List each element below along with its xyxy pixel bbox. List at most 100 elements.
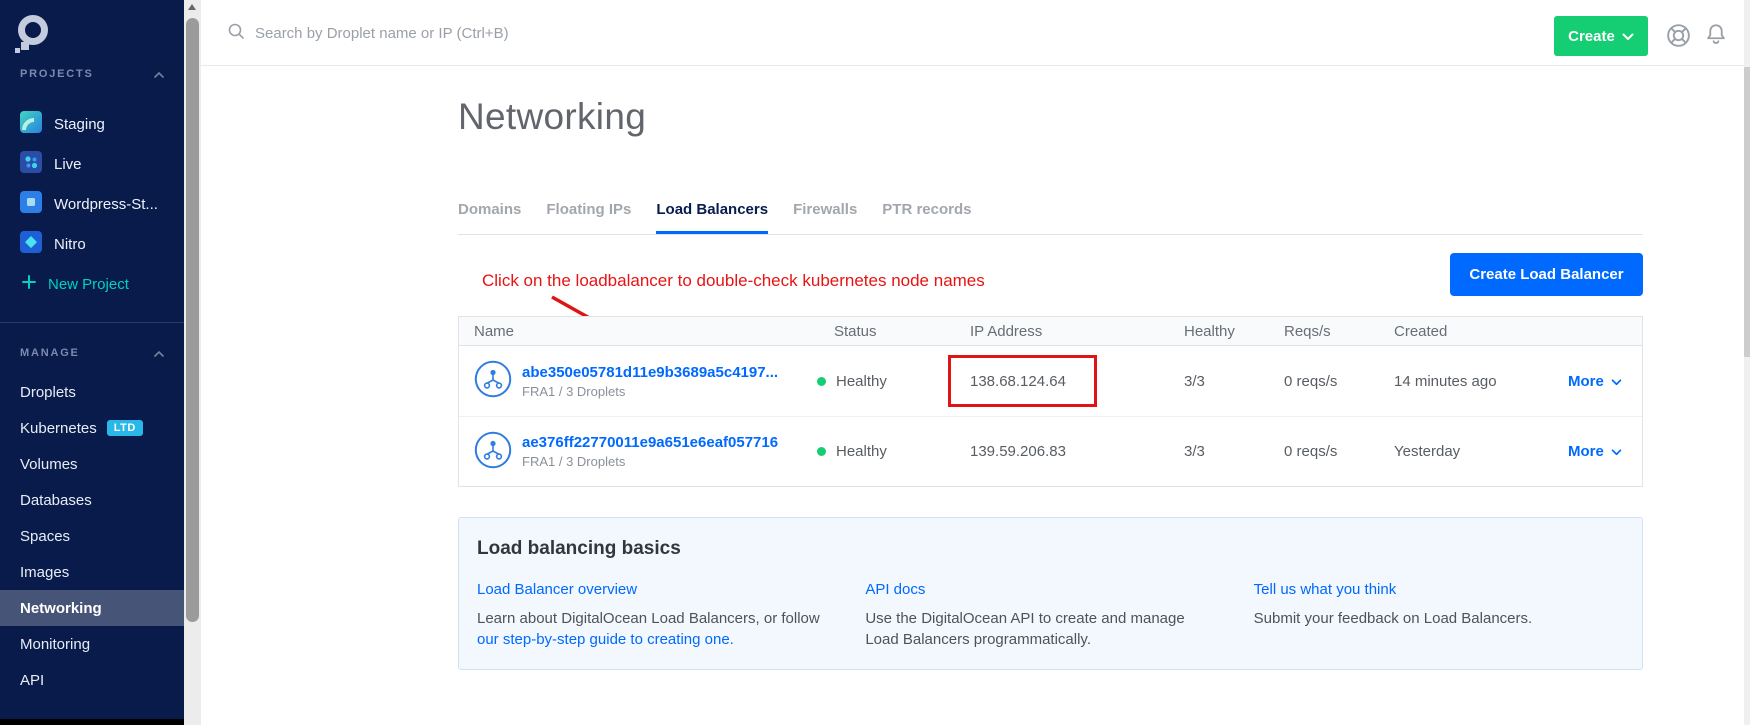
sidebar-item-spaces[interactable]: Spaces: [0, 518, 184, 554]
digitalocean-logo[interactable]: [14, 13, 52, 59]
plus-icon: [22, 275, 36, 294]
manage-section-header[interactable]: MANAGE: [20, 345, 164, 361]
sidebar-item-volumes[interactable]: Volumes: [0, 446, 184, 482]
tab-firewalls[interactable]: Firewalls: [793, 195, 857, 234]
manage-item-label: Droplets: [20, 384, 76, 401]
column-header-status: Status: [815, 323, 970, 340]
column-header-created: Created: [1394, 323, 1568, 340]
load-balancer-meta: FRA1 / 3 Droplets: [522, 384, 778, 399]
more-button[interactable]: More: [1568, 443, 1642, 460]
manage-item-label: Monitoring: [20, 636, 90, 653]
tell-us-link[interactable]: Tell us what you think: [1254, 581, 1397, 598]
sidebar-item-monitoring[interactable]: Monitoring: [0, 626, 184, 662]
requests-per-second: 0 reqs/s: [1284, 373, 1394, 390]
scrollbar-up-arrow[interactable]: [188, 4, 196, 10]
project-label: Wordpress-St...: [54, 196, 158, 213]
chevron-down-icon: [1622, 28, 1634, 45]
search-bar: [227, 0, 815, 66]
more-label: More: [1568, 373, 1604, 390]
step-by-step-guide-link[interactable]: our step-by-step guide to creating one.: [477, 629, 835, 650]
scrollbar-thumb[interactable]: [186, 18, 199, 622]
status-dot: [817, 447, 826, 456]
project-icon-nitro: [20, 231, 42, 258]
projects-list: Staging Live Wordpress-St... Nitro: [0, 104, 184, 264]
manage-item-label: Spaces: [20, 528, 70, 545]
support-icon[interactable]: [1665, 22, 1692, 54]
sidebar-item-droplets[interactable]: Droplets: [0, 374, 184, 410]
ip-address: 139.59.206.83: [970, 443, 1184, 460]
chevron-up-icon: [154, 344, 164, 362]
sidebar: PROJECTS Staging Live Wordpress-St...: [0, 0, 184, 725]
search-icon: [227, 22, 245, 45]
sidebar-divider: [0, 322, 184, 323]
api-docs-link[interactable]: API docs: [865, 581, 925, 598]
tab-bar: Domains Floating IPs Load Balancers Fire…: [458, 195, 1643, 235]
healthy-count: 3/3: [1184, 373, 1284, 390]
manage-label: MANAGE: [20, 347, 80, 359]
sidebar-item-kubernetes[interactable]: Kubernetes LTD: [0, 410, 184, 446]
manage-list: Droplets Kubernetes LTD Volumes Database…: [0, 374, 184, 698]
bell-icon[interactable]: [1703, 22, 1729, 53]
table-row[interactable]: ae376ff22770011e9a651e6eaf057716 FRA1 / …: [459, 416, 1642, 486]
red-annotation-text: Click on the loadbalancer to double-chec…: [482, 271, 985, 291]
tab-floating-ips[interactable]: Floating IPs: [546, 195, 631, 234]
column-header-name: Name: [459, 323, 815, 340]
load-balancer-name-link[interactable]: ae376ff22770011e9a651e6eaf057716: [522, 434, 778, 451]
sidebar-item-images[interactable]: Images: [0, 554, 184, 590]
project-icon-staging: [20, 111, 42, 138]
sidebar-item-wordpress[interactable]: Wordpress-St...: [0, 184, 184, 224]
column-header-reqs: Reqs/s: [1284, 323, 1394, 340]
sidebar-item-databases[interactable]: Databases: [0, 482, 184, 518]
basics-column-overview: Load Balancer overview Learn about Digit…: [477, 581, 865, 650]
bottom-black-strip: [0, 719, 184, 725]
table-header: Name Status IP Address Healthy Reqs/s Cr…: [459, 317, 1642, 346]
table-row[interactable]: abe350e05781d11e9b3689a5c4197... FRA1 / …: [459, 346, 1642, 416]
more-button[interactable]: More: [1568, 373, 1642, 390]
scrollbar-thumb[interactable]: [1744, 67, 1750, 357]
load-balancer-meta: FRA1 / 3 Droplets: [522, 454, 778, 469]
page-scrollbar: [1744, 0, 1750, 725]
sidebar-item-staging[interactable]: Staging: [0, 104, 184, 144]
sidebar-item-live[interactable]: Live: [0, 144, 184, 184]
manage-item-label: Volumes: [20, 456, 78, 473]
status-label: Healthy: [836, 443, 887, 460]
manage-item-label: API: [20, 672, 44, 689]
projects-label: PROJECTS: [20, 68, 94, 80]
manage-item-label: Images: [20, 564, 69, 581]
basics-column-feedback: Tell us what you think Submit your feedb…: [1254, 581, 1642, 650]
load-balancer-icon: [474, 431, 512, 473]
projects-section-header[interactable]: PROJECTS: [20, 66, 164, 82]
topbar: Create: [201, 0, 1744, 66]
ip-address: 138.68.124.64: [970, 373, 1184, 390]
load-balancer-table: Name Status IP Address Healthy Reqs/s Cr…: [458, 316, 1643, 487]
new-project-label: New Project: [48, 276, 129, 293]
basics-text: Load Balancers programmatically.: [865, 629, 1223, 650]
manage-item-label: Kubernetes: [20, 420, 97, 437]
create-button-label: Create: [1568, 28, 1615, 45]
create-button[interactable]: Create: [1554, 16, 1648, 56]
sidebar-item-api[interactable]: API: [0, 662, 184, 698]
load-balancer-overview-link[interactable]: Load Balancer overview: [477, 581, 637, 598]
create-load-balancer-button[interactable]: Create Load Balancer: [1450, 253, 1643, 296]
project-label: Live: [54, 156, 82, 173]
search-input[interactable]: [255, 25, 815, 42]
sidebar-item-nitro[interactable]: Nitro: [0, 224, 184, 264]
page-title: Networking: [458, 96, 646, 138]
new-project-button[interactable]: New Project: [0, 264, 184, 304]
sidebar-item-networking[interactable]: Networking: [0, 590, 184, 626]
healthy-count: 3/3: [1184, 443, 1284, 460]
load-balancer-name-link[interactable]: abe350e05781d11e9b3689a5c4197...: [522, 364, 778, 381]
tab-ptr-records[interactable]: PTR records: [882, 195, 971, 234]
tab-domains[interactable]: Domains: [458, 195, 521, 234]
more-label: More: [1568, 443, 1604, 460]
load-balancing-basics-panel: Load balancing basics Load Balancer over…: [458, 517, 1643, 670]
basics-text: Submit your feedback on Load Balancers.: [1254, 608, 1612, 629]
chevron-down-icon: [1611, 373, 1622, 390]
sidebar-scrollbar: [184, 0, 201, 725]
basics-title: Load balancing basics: [477, 538, 1642, 560]
column-header-healthy: Healthy: [1184, 323, 1284, 340]
project-label: Staging: [54, 116, 105, 133]
project-icon-wordpress: [20, 191, 42, 218]
tab-load-balancers[interactable]: Load Balancers: [656, 195, 768, 234]
manage-item-label: Databases: [20, 492, 92, 509]
